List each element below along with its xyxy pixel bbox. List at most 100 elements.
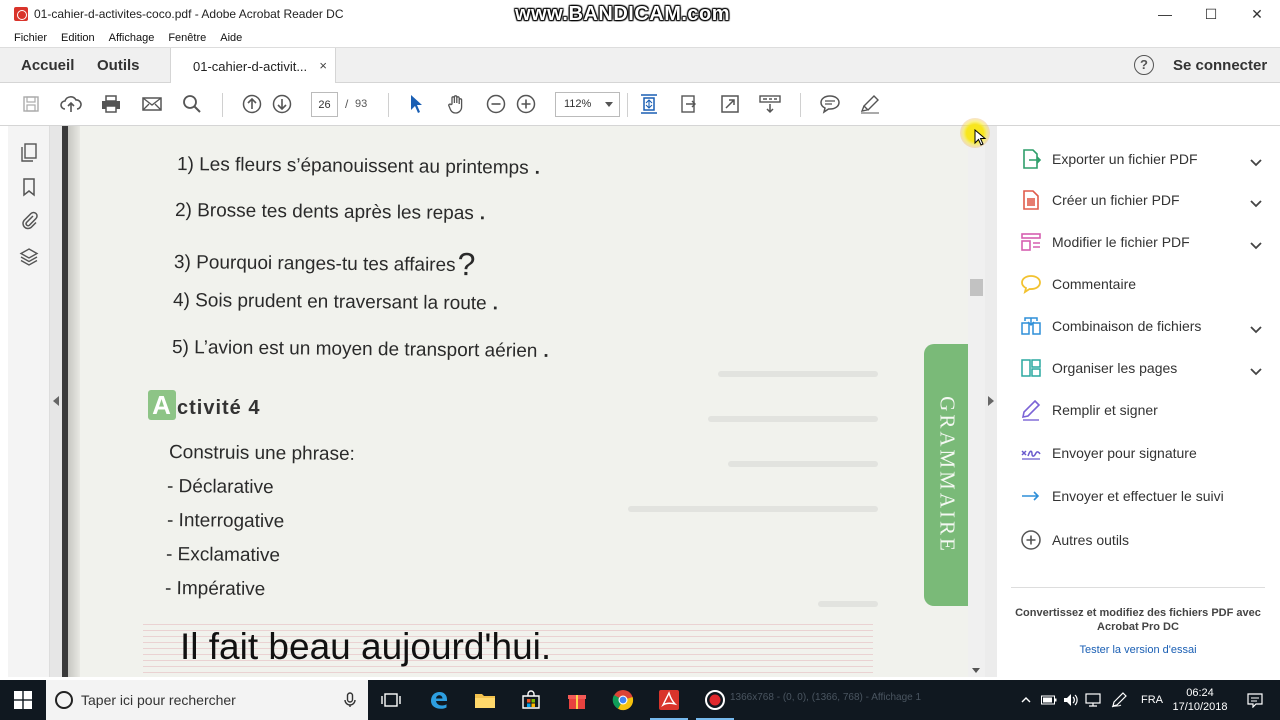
- zoom-in-icon[interactable]: [515, 93, 537, 115]
- menu-bar: Fichier Edition Affichage Fenêtre Aide: [0, 28, 1280, 47]
- typed-answer[interactable]: Il fait beau aujourd'hui.: [180, 626, 551, 668]
- tab-outils[interactable]: Outils: [97, 48, 140, 83]
- notifications-icon[interactable]: [1243, 680, 1267, 720]
- signin-button[interactable]: Se connecter: [1173, 48, 1267, 83]
- menu-affichage[interactable]: Affichage: [109, 32, 155, 44]
- activity-heading: Activité 4: [148, 390, 260, 420]
- close-button[interactable]: ✕: [1234, 0, 1280, 28]
- task-view-icon[interactable]: [368, 680, 414, 720]
- chevron-down-icon[interactable]: [1250, 321, 1262, 339]
- tool-comment[interactable]: Commentaire: [1019, 269, 1259, 299]
- type-interrogative: - Interrogative: [166, 510, 285, 533]
- document-viewer[interactable]: 1) Les fleurs s’épanouissent au printemp…: [62, 126, 968, 677]
- tool-more-tools[interactable]: Autres outils: [1019, 525, 1259, 555]
- comment-tool-icon[interactable]: [819, 93, 841, 115]
- pen-ink-icon[interactable]: [1107, 680, 1131, 720]
- network-icon[interactable]: [1083, 680, 1103, 720]
- save-icon[interactable]: [20, 93, 42, 115]
- rotate-view-icon[interactable]: [678, 93, 700, 115]
- vertical-scrollbar[interactable]: [968, 126, 985, 677]
- previous-page-icon[interactable]: [241, 93, 263, 115]
- language-indicator[interactable]: FRA: [1137, 680, 1167, 720]
- zoom-select[interactable]: 112%: [555, 92, 620, 117]
- edge-browser-icon[interactable]: [416, 680, 462, 720]
- select-cursor-icon[interactable]: [405, 93, 427, 115]
- highlight-pen-icon[interactable]: [859, 93, 881, 115]
- next-page-icon[interactable]: [271, 93, 293, 115]
- microphone-icon[interactable]: [344, 692, 356, 713]
- tab-accueil[interactable]: Accueil: [21, 48, 74, 83]
- scroll-thumb[interactable]: [970, 279, 983, 296]
- right-pane-toggle[interactable]: [985, 126, 997, 677]
- tool-send-signature[interactable]: Envoyer pour signature: [1019, 438, 1259, 468]
- tool-organize-pages[interactable]: Organiser les pages: [1019, 353, 1262, 383]
- trial-link[interactable]: Tester la version d'essai: [1011, 644, 1265, 656]
- tool-edit-pdf[interactable]: Modifier le fichier PDF: [1019, 227, 1262, 257]
- gift-app-icon[interactable]: [554, 680, 600, 720]
- chevron-down-icon[interactable]: [1250, 237, 1262, 255]
- tool-create-pdf[interactable]: Créer un fichier PDF: [1019, 185, 1262, 215]
- tabs-bar: Accueil Outils 01-cahier-d-activit... × …: [0, 47, 1280, 84]
- cortana-icon: [55, 691, 73, 709]
- store-icon[interactable]: [508, 680, 554, 720]
- tab-document[interactable]: 01-cahier-d-activit... ×: [170, 48, 336, 84]
- tool-fill-sign[interactable]: Remplir et signer: [1019, 395, 1259, 425]
- search-icon[interactable]: [181, 93, 203, 115]
- activity-label: ctivité 4: [177, 397, 261, 419]
- menu-fichier[interactable]: Fichier: [14, 32, 47, 44]
- tools-pane: Exporter un fichier PDF Créer un fichier…: [997, 126, 1280, 677]
- volume-icon[interactable]: [1061, 680, 1081, 720]
- windows-start-icon[interactable]: [0, 680, 46, 720]
- tool-export-pdf[interactable]: Exporter un fichier PDF: [1019, 144, 1262, 174]
- bookmarks-icon[interactable]: [19, 177, 39, 197]
- toolbar: / 93 112%: [0, 83, 1280, 126]
- tab-close-icon[interactable]: ×: [319, 58, 327, 73]
- tool-combine-files[interactable]: Combinaison de fichiers: [1019, 311, 1262, 341]
- chevron-down-icon[interactable]: [1250, 195, 1262, 213]
- layers-icon[interactable]: [19, 247, 39, 267]
- chevron-down-icon[interactable]: [1250, 363, 1262, 381]
- menu-edition[interactable]: Edition: [61, 32, 95, 44]
- page-total: 93: [355, 98, 368, 110]
- search-placeholder: Taper ici pour rechercher: [81, 692, 236, 708]
- scroll-down-icon[interactable]: [972, 668, 980, 673]
- type-exclamative: - Exclamative: [165, 544, 281, 567]
- bandicam-watermark: www.BANDICAM.com: [515, 3, 731, 25]
- battery-icon[interactable]: [1039, 680, 1059, 720]
- page-separator: /: [345, 97, 349, 111]
- sentence-2: 2) Brosse tes dents après les repas.: [174, 200, 486, 225]
- email-icon[interactable]: [141, 93, 163, 115]
- file-explorer-icon[interactable]: [462, 680, 508, 720]
- upload-cloud-icon[interactable]: [60, 93, 82, 115]
- menu-fenetre[interactable]: Fenêtre: [168, 32, 206, 44]
- chevron-up-icon[interactable]: [1017, 680, 1035, 720]
- chrome-icon[interactable]: [600, 680, 646, 720]
- combine-files-icon: [1019, 314, 1043, 338]
- tool-send-track[interactable]: Envoyer et effectuer le suivi: [1019, 481, 1259, 511]
- edit-pdf-icon: [1019, 230, 1043, 254]
- clock[interactable]: 06:24 17/10/2018: [1170, 686, 1230, 714]
- scroll-mode-icon[interactable]: [759, 93, 781, 115]
- page-thumbnails-icon[interactable]: [19, 142, 39, 162]
- chevron-right-icon: [988, 396, 994, 406]
- minimize-button[interactable]: —: [1142, 0, 1188, 28]
- chevron-down-icon[interactable]: [1250, 154, 1262, 172]
- grammaire-side-tab: GRAMMAIRE: [924, 344, 968, 606]
- page-number-input[interactable]: [311, 92, 338, 117]
- help-icon[interactable]: ?: [1134, 55, 1154, 75]
- cursor-highlight: [960, 118, 990, 148]
- fullscreen-icon[interactable]: [719, 93, 741, 115]
- maximize-button[interactable]: ☐: [1188, 0, 1234, 28]
- instruction-text: Construis une phrase:: [168, 442, 355, 465]
- zoom-out-icon[interactable]: [485, 93, 507, 115]
- clock-date: 17/10/2018: [1172, 701, 1228, 713]
- left-pane-toggle[interactable]: [50, 126, 62, 677]
- menu-aide[interactable]: Aide: [220, 32, 242, 44]
- attachments-icon[interactable]: [19, 210, 39, 230]
- taskbar-search[interactable]: Taper ici pour rechercher: [46, 680, 368, 720]
- fit-page-icon[interactable]: [638, 93, 660, 115]
- acrobat-taskbar-icon[interactable]: [646, 680, 692, 720]
- ghost-status-text: 1366x768 - (0, 0), (1366, 768) - Afficha…: [730, 692, 922, 703]
- hand-tool-icon[interactable]: [445, 93, 467, 115]
- print-icon[interactable]: [100, 93, 122, 115]
